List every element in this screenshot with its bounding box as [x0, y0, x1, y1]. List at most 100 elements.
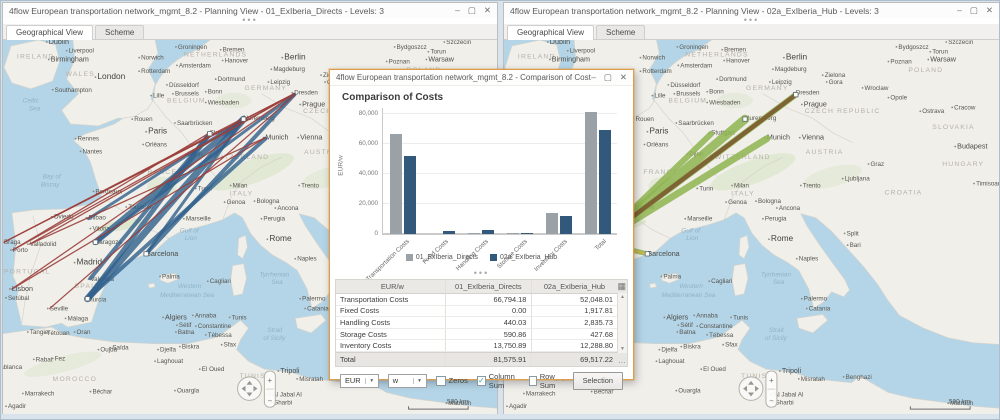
city-label: Bydgoszcz — [397, 44, 427, 51]
maximize-icon[interactable]: ▢ — [970, 6, 978, 15]
close-icon[interactable]: ✕ — [986, 6, 993, 15]
city-label: Orléans — [646, 141, 668, 148]
checkbox-column-sum[interactable]: ✓Column Sum — [477, 372, 520, 390]
map-pan-control[interactable] — [739, 377, 763, 400]
zoom-in-icon[interactable]: + — [769, 376, 774, 385]
city-label: Genoa — [227, 199, 246, 206]
table-row[interactable]: Handling Costs440.032,835.73 — [336, 317, 627, 329]
node-marker[interactable] — [144, 252, 148, 256]
bar[interactable] — [546, 213, 558, 234]
city-dot — [90, 391, 92, 393]
bar[interactable] — [404, 156, 416, 234]
city-label: Annaba — [195, 312, 217, 319]
node-marker[interactable] — [794, 93, 798, 97]
chevron-down-icon[interactable]: ▾ — [413, 378, 426, 384]
zoom-out-icon[interactable]: − — [769, 396, 774, 405]
bar[interactable] — [507, 233, 519, 234]
scroll-up-icon[interactable]: ▲ — [620, 294, 625, 300]
bar[interactable] — [443, 231, 455, 234]
sea-label: of Sicily — [765, 335, 788, 342]
bar[interactable] — [560, 216, 572, 234]
table-row[interactable]: Fixed Costs0.001,917.81 — [336, 306, 627, 318]
minimize-icon[interactable]: – — [455, 6, 460, 15]
city-dot — [722, 344, 724, 346]
tab-geographical-view[interactable]: Geographical View — [507, 25, 594, 40]
bar[interactable] — [521, 233, 533, 234]
city-dot — [98, 349, 100, 351]
city-label: Tétouan — [47, 330, 70, 337]
window-title: 4flow European transportation network_mg… — [9, 6, 384, 16]
sea-label: Tyrrhenian — [761, 271, 791, 278]
dialog-titlebar[interactable]: 4flow European transportation network_mg… — [330, 70, 633, 86]
tab-geographical-view[interactable]: Geographical View — [6, 25, 93, 40]
cell-value: 427.68 — [531, 329, 627, 340]
minimize-icon[interactable]: – — [591, 73, 596, 82]
node-marker[interactable] — [93, 240, 97, 244]
table-grid-icon[interactable]: ▦ — [617, 280, 626, 293]
map-pan-control[interactable] — [238, 377, 262, 400]
selection-button[interactable]: Selection — [573, 372, 623, 390]
node-marker[interactable] — [645, 252, 649, 256]
bar[interactable] — [468, 233, 480, 234]
city-label: Algiers — [165, 313, 187, 321]
row-label: Transportation Costs — [336, 295, 445, 304]
checkbox-zeros[interactable]: Zeros — [436, 376, 468, 386]
city-dot — [386, 61, 388, 63]
city-label: Milan — [734, 183, 750, 190]
city-label: Rome — [771, 234, 794, 243]
bar[interactable] — [585, 112, 597, 234]
bar[interactable] — [482, 230, 494, 234]
city-dot — [125, 206, 127, 208]
tab-scheme[interactable]: Scheme — [596, 25, 645, 39]
maximize-icon[interactable]: ▢ — [604, 73, 612, 82]
city-label: Naples — [799, 256, 819, 263]
city-dot — [9, 288, 11, 290]
city-dot — [281, 57, 283, 59]
table-row[interactable]: Inventory Costs13,750.8912,288.80 — [336, 340, 627, 352]
zoom-in-icon[interactable]: + — [268, 376, 273, 385]
node-marker[interactable] — [743, 117, 747, 121]
close-icon[interactable]: ✕ — [484, 6, 491, 15]
city-label: Bydgoszcz — [898, 44, 928, 51]
maximize-icon[interactable]: ▢ — [468, 6, 476, 15]
city-dot — [10, 249, 12, 251]
bar-groups — [383, 108, 617, 234]
checkbox-row-sum[interactable]: Row Sum — [529, 372, 564, 390]
country-label: POLAND — [908, 67, 943, 74]
country-label: WALES — [66, 71, 95, 78]
bar[interactable] — [599, 130, 611, 234]
city-dot — [762, 218, 764, 220]
city-dot — [667, 84, 669, 86]
scroll-down-icon[interactable]: ▼ — [620, 346, 625, 352]
table-scrollbar[interactable]: ▲▼ — [617, 293, 627, 353]
currency-dropdown[interactable]: EUR ▾ — [340, 374, 379, 388]
node-marker[interactable] — [208, 132, 212, 136]
city-dot — [199, 368, 201, 370]
city-dot — [929, 51, 931, 53]
checkbox-box[interactable]: ✓ — [477, 376, 486, 386]
period-dropdown[interactable]: w ▾ — [388, 374, 427, 388]
city-dot — [162, 316, 164, 318]
close-icon[interactable]: ✕ — [620, 73, 627, 82]
city-label: Bremen — [223, 47, 245, 54]
checkbox-box[interactable] — [529, 376, 537, 386]
checkbox-box[interactable] — [436, 376, 446, 386]
city-label: Saïda — [112, 345, 129, 352]
city-dot — [229, 316, 231, 318]
city-dot — [443, 41, 445, 43]
table-row[interactable]: Transportation Costs66,794.1852,048.01 — [336, 294, 627, 306]
node-marker[interactable] — [241, 117, 245, 121]
table-more-button[interactable]: … — [618, 354, 626, 367]
city-label: Dresden — [294, 90, 318, 97]
chevron-down-icon[interactable]: ▾ — [365, 378, 378, 384]
tab-scheme[interactable]: Scheme — [95, 25, 144, 39]
city-label: Palma — [663, 273, 681, 280]
sea-label: Lion — [686, 235, 699, 242]
node-marker[interactable] — [85, 297, 89, 301]
table-row[interactable]: Storage Costs590.86427.68 — [336, 329, 627, 341]
minimize-icon[interactable]: – — [957, 6, 962, 15]
bar[interactable] — [390, 134, 402, 234]
cell-value: 2,835.73 — [531, 317, 627, 328]
country-label: AUSTRIA — [806, 149, 844, 156]
zoom-out-icon[interactable]: − — [268, 396, 273, 405]
